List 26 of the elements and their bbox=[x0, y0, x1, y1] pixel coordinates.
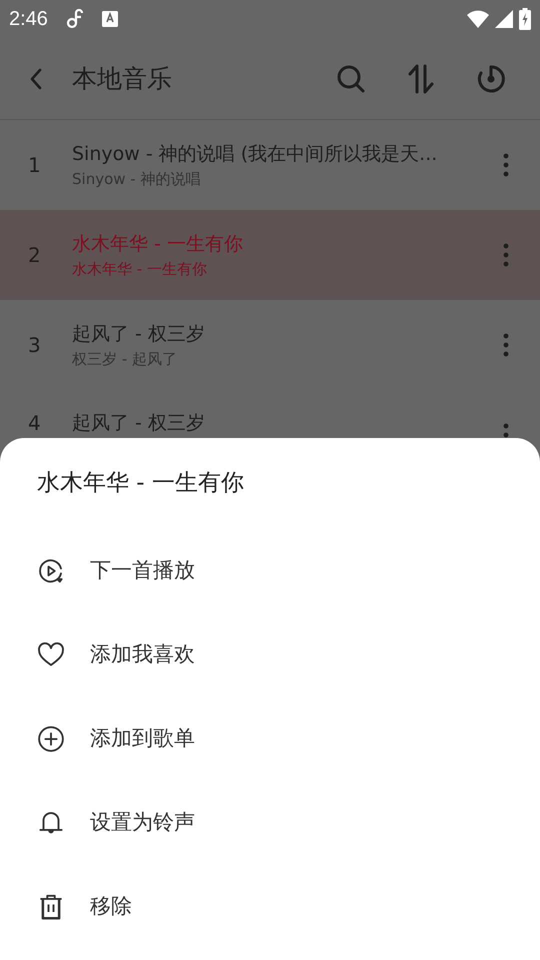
sheet-menu-item[interactable]: 下一首播放 bbox=[0, 528, 540, 612]
song-title: 起风了 - 权三岁 bbox=[72, 410, 206, 436]
timer-icon[interactable] bbox=[476, 64, 506, 94]
sheet-menu-item[interactable]: 添加到歌单 bbox=[0, 696, 540, 780]
keyboard-a-icon bbox=[102, 11, 118, 27]
song-title: 水木年华 - 一生有你 bbox=[72, 232, 244, 256]
back-icon bbox=[29, 66, 43, 90]
search-icon[interactable] bbox=[336, 64, 366, 94]
wifi-icon bbox=[467, 10, 489, 28]
song-subtitle: 水木年华 - 一生有你 bbox=[72, 259, 208, 280]
sort-icon[interactable] bbox=[408, 64, 434, 94]
battery-icon bbox=[519, 8, 531, 30]
track-number: 2 bbox=[27, 242, 42, 269]
signal-icon bbox=[495, 10, 513, 28]
music-note-icon bbox=[66, 9, 84, 29]
track-number: 4 bbox=[27, 410, 42, 437]
plus-circle-icon bbox=[36, 724, 66, 754]
page-title: 本地音乐 bbox=[72, 62, 173, 95]
song-title: Sinyow - 神的说唱 (我在中间所以我是天... bbox=[72, 142, 438, 166]
sheet-menu-item[interactable]: 添加我喜欢 bbox=[0, 612, 540, 696]
song-title: 起风了 - 权三岁 bbox=[72, 322, 206, 346]
sheet-menu-item[interactable]: 移除 bbox=[0, 864, 540, 948]
sheet-menu-item[interactable]: 设置为铃声 bbox=[0, 780, 540, 864]
track-number: 1 bbox=[27, 152, 42, 179]
status-time: 2:46 bbox=[9, 7, 48, 32]
track-number: 3 bbox=[27, 332, 42, 359]
